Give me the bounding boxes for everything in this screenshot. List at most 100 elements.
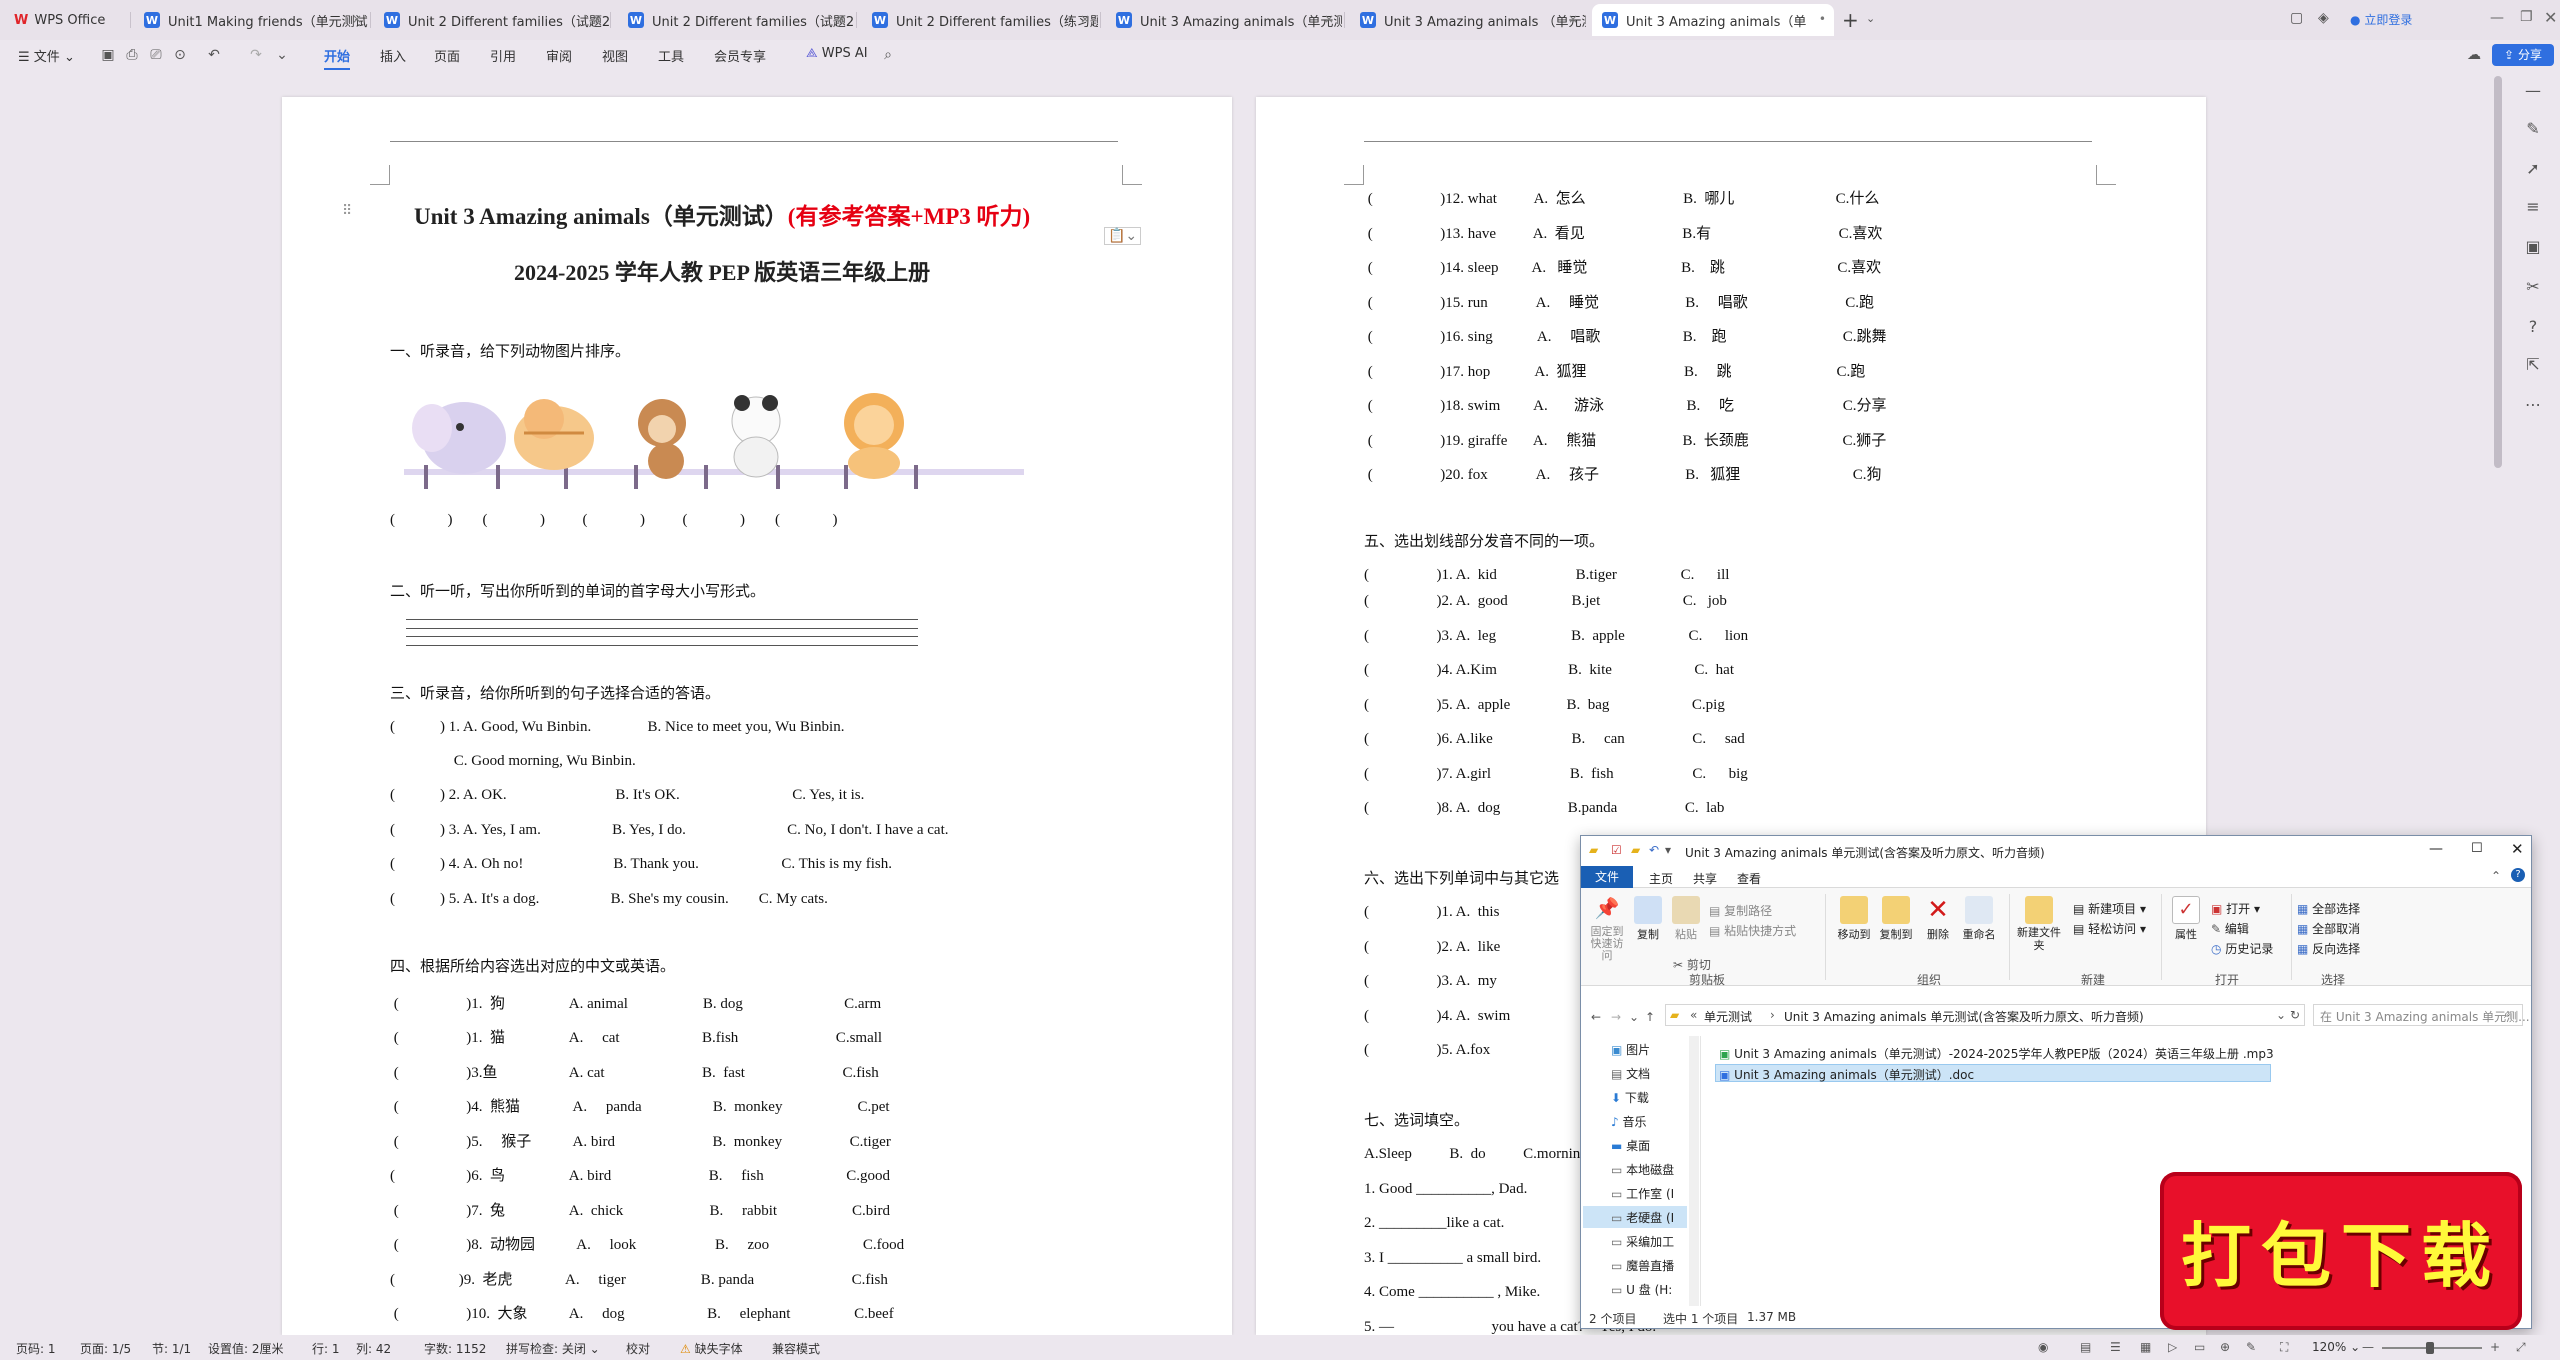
tab-doc-1[interactable]: W Unit1 Making friends（单元测试 ×: [134, 4, 370, 36]
close-icon[interactable]: ×: [592, 12, 602, 26]
globe-icon[interactable]: ⊕: [2220, 1340, 2230, 1354]
nav-item-documents[interactable]: ▤ 文档: [1611, 1065, 1650, 1082]
wps-ai-button[interactable]: ⟁ WPS AI: [806, 46, 868, 61]
menu-tab-home[interactable]: 开始: [324, 46, 351, 70]
select-none-button[interactable]: ▦ 全部取消: [2297, 920, 2360, 937]
close-icon[interactable]: ×: [352, 12, 362, 26]
tools-icon[interactable]: ✂: [2522, 276, 2544, 298]
close-icon[interactable]: ×: [1568, 12, 1578, 26]
export-pdf-icon[interactable]: ⎙: [124, 47, 140, 63]
close-window-icon[interactable]: ✕: [2511, 840, 2524, 858]
ribbon-tab-view[interactable]: 查看: [1737, 870, 1761, 887]
read-mode-icon[interactable]: ▭: [2194, 1340, 2205, 1354]
rename-button[interactable]: 重命名: [1959, 896, 1999, 942]
tab-doc-3[interactable]: W Unit 2 Different families（试题2 ×: [618, 4, 854, 36]
redo-icon[interactable]: ↷: [248, 47, 264, 63]
image-edit-icon[interactable]: ▣: [2522, 236, 2544, 258]
nav-item-usb[interactable]: ▭ U 盘 (H:: [1611, 1281, 1672, 1298]
zoom-level[interactable]: 120% ⌄: [2312, 1340, 2360, 1354]
refresh-icon[interactable]: ↻: [2290, 1008, 2300, 1022]
paste-options-icon[interactable]: 📋⌄: [1104, 227, 1142, 245]
outline-view-icon[interactable]: ▦: [2140, 1340, 2151, 1354]
zoom-out-icon[interactable]: —: [2362, 1340, 2374, 1354]
nav-item-drive-selected[interactable]: ▭ 老硬盘 (I: [1611, 1209, 1674, 1226]
save-icon[interactable]: ▣: [100, 47, 116, 63]
pin-quick-access-button[interactable]: 📌 固定到快速访问: [1587, 896, 1627, 962]
pen-icon[interactable]: ✎: [2522, 118, 2544, 140]
ribbon-tab-share[interactable]: 共享: [1693, 870, 1717, 887]
tab-doc-2[interactable]: W Unit 2 Different families（试题2 ×: [374, 4, 610, 36]
tab-doc-7-active[interactable]: W Unit 3 Amazing animals（单 •: [1592, 4, 1834, 36]
status-proofread[interactable]: 校对: [626, 1340, 650, 1357]
new-item-button[interactable]: ▤ 新建项目 ▾: [2073, 900, 2146, 917]
help-icon[interactable]: ?: [2511, 868, 2525, 882]
menu-tab-view[interactable]: 视图: [602, 46, 628, 65]
edit-button[interactable]: ✎ 编辑: [2211, 920, 2249, 937]
address-bar[interactable]: ▰ « 单元测试 › Unit 3 Amazing animals 单元测试(含…: [1665, 1004, 2305, 1026]
delete-button[interactable]: ✕ 删除: [1921, 896, 1955, 942]
tab-doc-6[interactable]: W Unit 3 Amazing animals （单元测 ×: [1350, 4, 1586, 36]
breadcrumb-item[interactable]: 单元测试: [1704, 1008, 1752, 1025]
back-arrow-icon[interactable]: ←: [1591, 1010, 1601, 1024]
history-button[interactable]: ◷ 历史记录: [2211, 940, 2273, 957]
nav-item-drive[interactable]: ▭ 采编加工: [1611, 1233, 1674, 1250]
copy-to-button[interactable]: 复制到: [1877, 896, 1915, 942]
maximize-icon[interactable]: ☐: [2471, 841, 2483, 856]
login-link[interactable]: ● 立即登录: [2350, 11, 2412, 28]
properties-button[interactable]: ✓ 属性: [2169, 896, 2203, 942]
chevron-down-icon[interactable]: ⌄: [1629, 1010, 1639, 1024]
web-view-icon[interactable]: ☰: [2110, 1340, 2121, 1354]
breadcrumb-item[interactable]: Unit 3 Amazing animals 单元测试(含答案及听力原文、听力音…: [1784, 1008, 2144, 1025]
menu-tab-member[interactable]: 会员专享: [714, 46, 766, 65]
drag-handle-icon[interactable]: ⠿: [342, 203, 352, 219]
download-badge[interactable]: 打包下载: [2160, 1172, 2522, 1330]
explorer-search-box[interactable]: 在 Unit 3 Amazing animals 单元测... ⌕: [2313, 1004, 2530, 1026]
new-folder-icon[interactable]: ▰: [1631, 843, 1640, 857]
chevron-up-icon[interactable]: ⌃: [2491, 869, 2501, 883]
maximize-icon[interactable]: ❐: [2520, 9, 2533, 25]
menu-tab-review[interactable]: 审阅: [546, 46, 572, 65]
menu-tab-reference[interactable]: 引用: [490, 46, 516, 65]
zoom-in-icon[interactable]: +: [2490, 1340, 2500, 1354]
help-icon[interactable]: ?: [2522, 316, 2544, 338]
close-window-icon[interactable]: ✕: [2544, 8, 2557, 27]
cube-icon[interactable]: ◈: [2318, 10, 2329, 26]
forward-arrow-icon[interactable]: →: [1611, 1010, 1621, 1024]
up-arrow-icon[interactable]: ↑: [1645, 1010, 1655, 1024]
properties-icon[interactable]: ☑: [1611, 843, 1622, 857]
nav-item-pictures[interactable]: ▣ 图片: [1611, 1041, 1650, 1058]
copy-button[interactable]: 复制: [1631, 896, 1665, 942]
tab-doc-5[interactable]: W Unit 3 Amazing animals（单元测 ×: [1106, 4, 1342, 36]
file-menu[interactable]: ☰ 文件 ⌄: [18, 46, 75, 65]
file-item-mp3[interactable]: ▣ Unit 3 Amazing animals（单元测试）-2024-2025…: [1719, 1045, 2274, 1062]
section-1-blanks[interactable]: ( ) ( ) ( ) ( ) ( ): [390, 512, 837, 529]
share-button[interactable]: ⇪ 分享: [2492, 44, 2554, 66]
minimize-icon[interactable]: —: [2429, 841, 2443, 857]
tab-doc-4[interactable]: W Unit 2 Different families（练习题 ×: [862, 4, 1098, 36]
page-view-icon[interactable]: ▤: [2080, 1340, 2091, 1354]
cloud-icon[interactable]: ☁: [2466, 47, 2482, 63]
easy-access-button[interactable]: ▤ 轻松访问 ▾: [2073, 920, 2146, 937]
window-icon[interactable]: ▢: [2290, 10, 2303, 26]
chevron-down-icon[interactable]: ⌄: [274, 47, 290, 63]
print-icon[interactable]: ⎚: [148, 47, 164, 63]
pen-icon[interactable]: ✎: [2246, 1340, 2256, 1354]
status-missing-font[interactable]: ⚠ 缺失字体: [680, 1340, 743, 1357]
play-icon[interactable]: ▷: [2168, 1340, 2177, 1354]
minus-icon[interactable]: —: [2522, 80, 2544, 102]
tab-dot-icon[interactable]: •: [1819, 12, 1826, 26]
chevron-down-icon[interactable]: ▾: [1665, 843, 1671, 857]
status-spellcheck[interactable]: 拼写检查: 关闭 ⌄: [506, 1340, 600, 1357]
share-doc-icon[interactable]: ⇱: [2522, 354, 2544, 376]
minimize-icon[interactable]: —: [2490, 10, 2504, 26]
fullscreen-icon[interactable]: ⤢: [2516, 1340, 2526, 1355]
status-pages[interactable]: 页面: 1/5: [80, 1340, 131, 1357]
chevron-down-icon[interactable]: ⌄: [2276, 1008, 2286, 1022]
close-icon[interactable]: ×: [1080, 12, 1090, 26]
status-wordcount[interactable]: 字数: 1152: [424, 1340, 486, 1357]
nav-item-drive[interactable]: ▭ 工作室 (I: [1611, 1185, 1674, 1202]
paste-button[interactable]: 粘贴: [1669, 896, 1703, 942]
new-folder-button[interactable]: 新建文件夹: [2017, 896, 2061, 952]
nav-item-drive[interactable]: ▭ 魔兽直播: [1611, 1257, 1674, 1274]
file-item-doc[interactable]: ▣ Unit 3 Amazing animals（单元测试）.doc: [1719, 1066, 1974, 1083]
